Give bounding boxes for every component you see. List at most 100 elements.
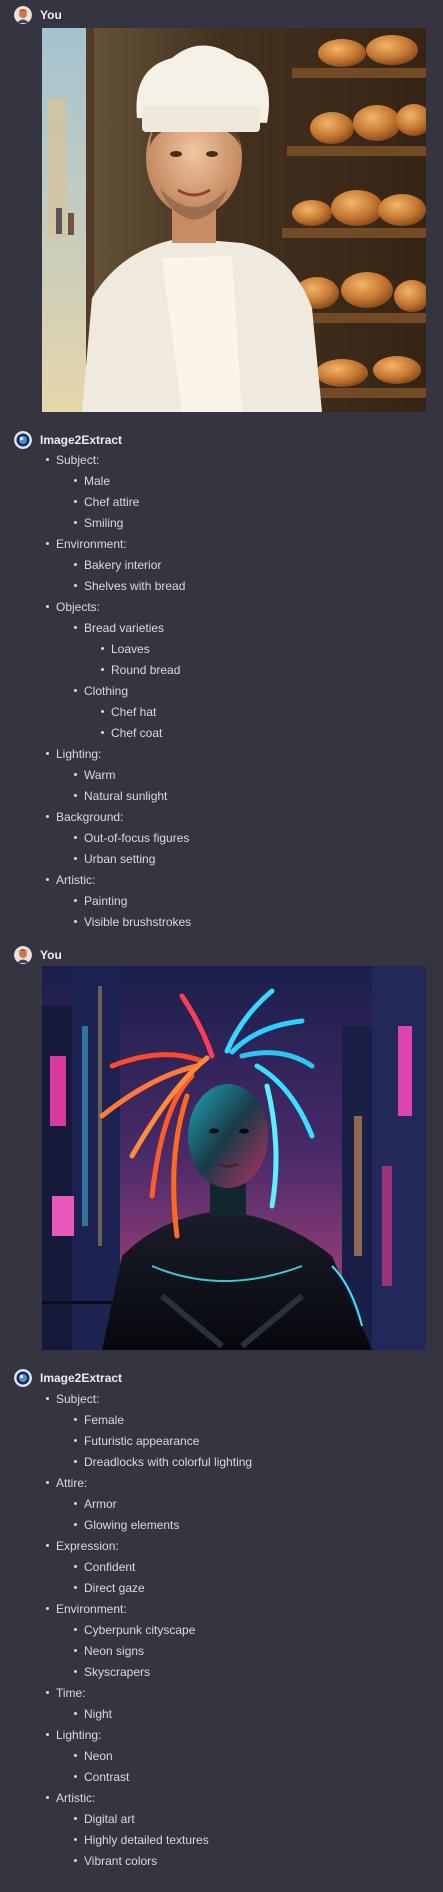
bullet-icon xyxy=(74,1838,77,1841)
list-item-text: Digital art xyxy=(84,1812,135,1826)
list-item-text: Armor xyxy=(84,1497,117,1511)
list-item: Subject: xyxy=(42,450,422,471)
list-item: Chef coat xyxy=(42,723,422,744)
list-item-text: Loaves xyxy=(111,642,150,656)
bullet-icon xyxy=(74,521,77,524)
list-item: Warm xyxy=(42,765,422,786)
list-item: Objects: xyxy=(42,597,422,618)
list-item: Skyscrapers xyxy=(42,1662,422,1683)
list-item-text: Shelves with bread xyxy=(84,579,186,593)
list-item: Neon xyxy=(42,1746,422,1767)
bullet-icon xyxy=(74,1628,77,1631)
list-item: Chef hat xyxy=(42,702,422,723)
list-item-text: Background: xyxy=(56,810,124,824)
list-item-text: Lighting: xyxy=(56,1728,102,1742)
bullet-icon xyxy=(46,458,49,461)
message-author: You xyxy=(40,948,62,962)
list-item: Smiling xyxy=(42,513,422,534)
list-item: Attire: xyxy=(42,1473,422,1494)
list-item-text: Futuristic appearance xyxy=(84,1434,200,1448)
list-item: Direct gaze xyxy=(42,1578,422,1599)
list-item: Environment: xyxy=(42,534,422,555)
bullet-icon xyxy=(74,920,77,923)
list-item-text: Artistic: xyxy=(56,873,96,887)
list-item: Chef attire xyxy=(42,492,422,513)
list-item: Dreadlocks with colorful lighting xyxy=(42,1452,422,1473)
list-item-text: Artistic: xyxy=(56,1791,96,1805)
bullet-icon xyxy=(74,1586,77,1589)
bullet-icon xyxy=(46,878,49,881)
list-item-text: Bread varieties xyxy=(84,621,165,635)
list-item-text: Objects: xyxy=(56,600,101,614)
user-avatar xyxy=(14,946,32,964)
list-item-text: Contrast xyxy=(84,1770,130,1784)
user-avatar xyxy=(14,6,32,24)
bullet-icon xyxy=(46,815,49,818)
list-item: Expression: xyxy=(42,1536,422,1557)
message-header-user: You xyxy=(14,6,62,24)
bullet-icon xyxy=(101,710,104,713)
bullet-icon xyxy=(74,1775,77,1778)
bullet-icon xyxy=(46,1607,49,1610)
list-item: Out-of-focus figures xyxy=(42,828,422,849)
bullet-icon xyxy=(74,1460,77,1463)
list-item: Glowing elements xyxy=(42,1515,422,1536)
list-item-text: Smiling xyxy=(84,516,124,530)
bullet-icon xyxy=(74,626,77,629)
list-item: Natural sunlight xyxy=(42,786,422,807)
bullet-icon xyxy=(74,1754,77,1757)
message-header-assistant: Image2Extract xyxy=(14,1369,122,1387)
bullet-icon xyxy=(74,857,77,860)
list-item-text: Chef attire xyxy=(84,495,140,509)
bullet-icon xyxy=(74,899,77,902)
list-item-text: Painting xyxy=(84,894,128,908)
list-item-text: Urban setting xyxy=(84,852,156,866)
list-item-text: Subject: xyxy=(56,1392,100,1406)
list-item-text: Environment: xyxy=(56,1602,127,1616)
uploaded-image-chef[interactable] xyxy=(42,28,426,412)
list-item-text: Round bread xyxy=(111,663,181,677)
list-item: Highly detailed textures xyxy=(42,1830,422,1851)
list-item-text: Skyscrapers xyxy=(84,1665,151,1679)
bullet-icon xyxy=(74,500,77,503)
list-item-text: Vibrant colors xyxy=(84,1854,158,1868)
list-item-text: Chef coat xyxy=(111,726,163,740)
list-item-text: Highly detailed textures xyxy=(84,1833,209,1847)
list-item-text: Neon signs xyxy=(84,1644,145,1658)
list-item: Bakery interior xyxy=(42,555,422,576)
list-item: Female xyxy=(42,1410,422,1431)
list-item-text: Environment: xyxy=(56,537,127,551)
list-item-text: Subject: xyxy=(56,453,100,467)
chat-transcript: You Image2Extract Subject: Male Chef att… xyxy=(0,0,443,1892)
list-item-text: Expression: xyxy=(56,1539,119,1553)
list-item-text: Female xyxy=(84,1413,125,1427)
list-item: Background: xyxy=(42,807,422,828)
message-header-assistant: Image2Extract xyxy=(14,431,122,449)
list-item: Bread varieties xyxy=(42,618,422,639)
bullet-icon xyxy=(101,647,104,650)
list-item-text: Lighting: xyxy=(56,747,102,761)
list-item-text: Attire: xyxy=(56,1476,88,1490)
list-item-text: Glowing elements xyxy=(84,1518,180,1532)
bullet-icon xyxy=(74,1439,77,1442)
bullet-icon xyxy=(74,794,77,797)
bullet-icon xyxy=(46,1796,49,1799)
list-item: Lighting: xyxy=(42,1725,422,1746)
uploaded-image-cyberpunk[interactable] xyxy=(42,966,426,1350)
list-item-text: Time: xyxy=(56,1686,86,1700)
bullet-icon xyxy=(74,1418,77,1421)
list-item-text: Male xyxy=(84,474,111,488)
list-item: Subject: xyxy=(42,1389,422,1410)
list-item-text: Direct gaze xyxy=(84,1581,145,1595)
list-item: Artistic: xyxy=(42,1788,422,1809)
bullet-icon xyxy=(74,1565,77,1568)
bullet-icon xyxy=(101,731,104,734)
extraction-list: Subject: Female Futuristic appearance Dread… xyxy=(42,1389,422,1872)
bullet-icon xyxy=(46,1733,49,1736)
list-item: Shelves with bread xyxy=(42,576,422,597)
bullet-icon xyxy=(46,542,49,545)
message-author: Image2Extract xyxy=(40,1371,123,1385)
bullet-icon xyxy=(46,1691,49,1694)
bullet-icon xyxy=(74,1523,77,1526)
assistant-avatar xyxy=(14,1369,32,1387)
